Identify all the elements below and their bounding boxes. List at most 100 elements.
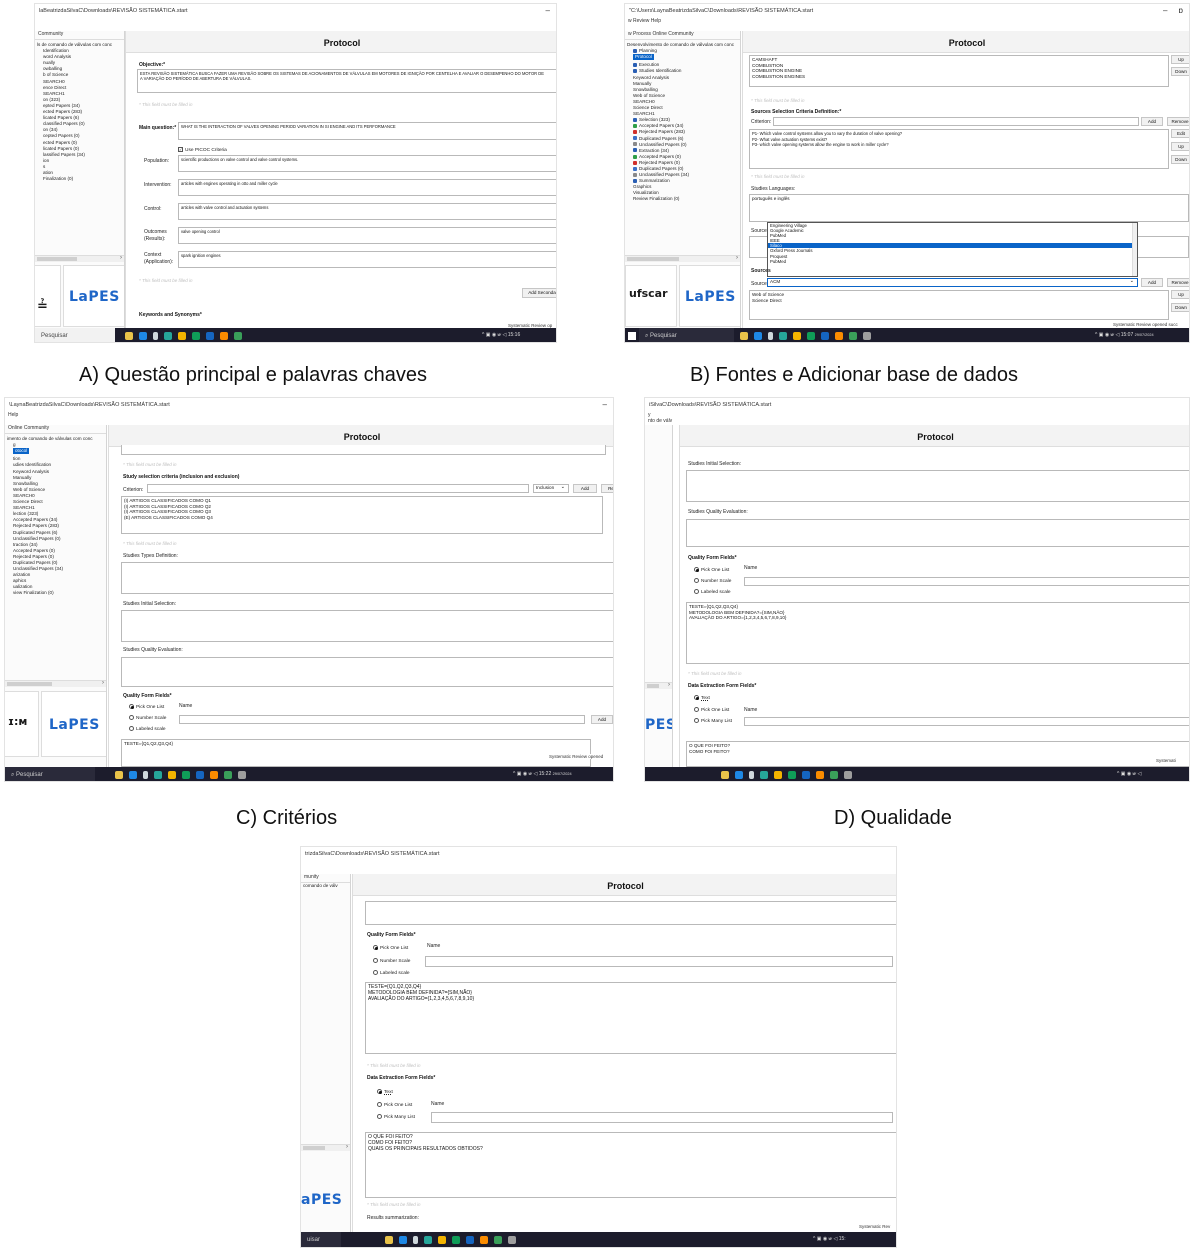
horizontal-scrollbar[interactable]: › (5, 680, 106, 687)
studies-quality-field[interactable] (365, 901, 896, 925)
source-select[interactable]: ACM ⌄ (767, 278, 1138, 287)
system-tray[interactable]: ^ ▣ ◉ 𝑤 ◁ 15:22 29/07/2024 (513, 771, 572, 777)
criterion-input[interactable] (147, 484, 529, 493)
taskbar-search[interactable]: Pesquisar (35, 328, 115, 342)
list-item[interactable]: AVALIAÇÃO DO ARTIGO={1,2,3,4,5,6,7,8,9,1… (368, 996, 474, 1002)
source-dropdown-list[interactable]: Engineering Village Google Academic PubMed… (767, 222, 1138, 277)
studies-initial-field[interactable] (686, 470, 1189, 502)
text-radio[interactable]: Text (694, 695, 710, 701)
name-input[interactable] (431, 1112, 893, 1123)
list-item[interactable]: AVALIAÇÃO DO ARTIGO={1,2,3,4,5,6,7,8,9,1… (689, 615, 786, 621)
system-tray[interactable]: ^ ▣ ◉ 𝑤 ◁ 15:07 29/07/2024 (1095, 332, 1154, 338)
population-field[interactable]: scientific productions on valve control … (178, 155, 556, 172)
up-button[interactable]: Up (1171, 290, 1189, 299)
number-scale-radio[interactable]: Number Scale (373, 958, 410, 964)
pick-many-radio[interactable]: Pick Many List (694, 718, 732, 724)
tree-item[interactable]: view Finalization (0) (7, 590, 106, 596)
add-criterion-button[interactable]: Add (573, 484, 597, 493)
taskbar-icons[interactable] (385, 1236, 522, 1245)
pick-one-radio[interactable]: Pick One List (694, 567, 729, 573)
tab-online-community[interactable]: munity (301, 874, 350, 883)
remove-source-button[interactable]: Remove (1167, 278, 1189, 287)
up-button[interactable]: Up (1171, 142, 1189, 151)
list-item[interactable]: P1- Which valve control systems allow yo… (752, 131, 902, 137)
pick-one-radio[interactable]: Pick One List (373, 945, 408, 951)
tree-item[interactable]: Finalization (0) (37, 176, 124, 182)
taskbar-icons[interactable] (740, 332, 877, 341)
taskbar-icons[interactable] (721, 771, 858, 780)
list-item[interactable]: COMBUSTION ENGINE (752, 68, 805, 74)
tree-item[interactable]: Protocol (627, 54, 740, 62)
taskbar-search[interactable]: uisar (301, 1232, 341, 1247)
system-tray[interactable]: ^ ▣ ◉ 𝑤 ◁ 15: (813, 1236, 846, 1242)
remove-criterion-button[interactable]: Re (601, 484, 613, 493)
list-item[interactable]: Web of Science (752, 292, 784, 298)
labeled-scale-radio[interactable]: Labeled scale (373, 970, 410, 976)
list-item[interactable]: (I) ARTIGOS CLASSIFICADOS COMO Q3 (124, 509, 213, 515)
outcomes-field[interactable]: valve opening control (178, 227, 556, 244)
studies-quality-field[interactable] (121, 657, 613, 687)
edit-button[interactable]: Edit (1171, 129, 1189, 138)
labeled-scale-radio[interactable]: Labeled scale (129, 726, 166, 732)
tab-online-community[interactable]: Community (35, 31, 124, 40)
labeled-scale-radio[interactable]: Labeled scale (694, 589, 731, 595)
number-scale-radio[interactable]: Number Scale (129, 715, 166, 721)
pick-one-radio[interactable]: Pick One List (694, 707, 729, 713)
minimize-icon[interactable]: – (603, 400, 607, 409)
studies-types-field[interactable] (121, 562, 613, 594)
list-item[interactable]: COMBUSTION ENGINES (752, 74, 805, 80)
add-criterion-button[interactable]: Add (1141, 117, 1163, 126)
taskbar-search[interactable]: ⌕ Pesquisar (639, 328, 734, 342)
up-button[interactable]: Up (1171, 55, 1189, 64)
list-item[interactable]: QUAIS OS PRINCIPAIS RESULTADOS OBTIDOS? (368, 1146, 483, 1152)
horizontal-scrollbar[interactable]: › (625, 255, 740, 262)
add-source-button[interactable]: Add (1141, 278, 1163, 287)
list-item[interactable]: (I) ARTIGOS CLASSIFICADOS COMO Q1 (124, 498, 213, 504)
name-input[interactable] (744, 577, 1189, 586)
list-item[interactable]: COMO FOI FEITO? (689, 749, 730, 755)
horizontal-scrollbar[interactable]: › (35, 255, 124, 262)
name-input[interactable] (179, 715, 585, 724)
tree-item[interactable]: Review Finalization (0) (627, 196, 740, 202)
name-input[interactable] (744, 717, 1189, 726)
system-tray[interactable]: ^ ▣ ◉ 𝑤 ◁ (1117, 771, 1141, 777)
studies-quality-field[interactable] (686, 519, 1189, 547)
dropdown-option[interactable]: PubMed (768, 259, 1137, 264)
horizontal-scrollbar[interactable]: › (645, 682, 672, 689)
list-item[interactable]: Science Direct (752, 298, 784, 304)
menu-bar[interactable]: y nto de válv (645, 412, 805, 426)
tree-item[interactable]: imento de comando de válvulas com conc (7, 436, 106, 442)
minimize-icon[interactable]: – (546, 6, 550, 15)
add-field-button[interactable]: Add (591, 715, 613, 724)
picoc-checkbox[interactable]: ✓ Use PICOC Criteria (178, 147, 227, 153)
list-item[interactable]: P3- which valve opening systems allow th… (752, 142, 902, 148)
down-button[interactable]: Down (1171, 155, 1189, 164)
studies-initial-field[interactable] (121, 610, 613, 642)
taskbar-search[interactable]: ⌕ Pesquisar (5, 767, 95, 781)
pick-one-radio[interactable]: Pick One List (377, 1102, 412, 1108)
remove-criterion-button[interactable]: Remove (1167, 117, 1189, 126)
name-input[interactable] (425, 956, 893, 967)
list-item[interactable]: O QUE FOI FEITO? (689, 743, 730, 749)
objective-field[interactable]: ESTA REVISÃO SISTEMÁTICA BUSCA FAZER UMA… (137, 69, 556, 93)
windows-start-icon[interactable] (628, 332, 636, 340)
number-scale-radio[interactable]: Number Scale (694, 578, 731, 584)
criterion-input[interactable] (773, 117, 1139, 126)
pick-many-radio[interactable]: Pick Many List (377, 1114, 415, 1120)
add-secondary-button[interactable]: Add Seconda (522, 288, 556, 298)
intervention-field[interactable]: articles with engines operating in otto … (178, 179, 556, 196)
window-controls-icon[interactable]: – ɒ (1163, 6, 1183, 15)
down-button[interactable]: Down (1171, 67, 1189, 76)
main-question-field[interactable]: WHAT IS THE INTERACTION OF VALVES OPENIN… (178, 122, 556, 140)
horizontal-scrollbar[interactable]: › (301, 1144, 350, 1151)
tab-online-community[interactable]: Online Community (5, 425, 106, 434)
criterion-type-select[interactable]: Inclusion ⌄ (533, 484, 569, 493)
previous-field[interactable] (121, 445, 606, 455)
tab-process[interactable]: w Process Online Community (625, 31, 740, 40)
system-tray[interactable]: ^ ▣ ◉ 𝑤 ◁ 15:16 (482, 332, 520, 338)
tree-item[interactable]: comando de válv (301, 883, 350, 889)
pick-one-radio[interactable]: Pick One List (129, 704, 164, 710)
list-item[interactable]: (E) ARTIGOS CLASSIFICADOS COMO Q4 (124, 515, 213, 521)
menu-bar[interactable]: Help (5, 412, 165, 421)
text-radio[interactable]: Text (377, 1089, 393, 1095)
